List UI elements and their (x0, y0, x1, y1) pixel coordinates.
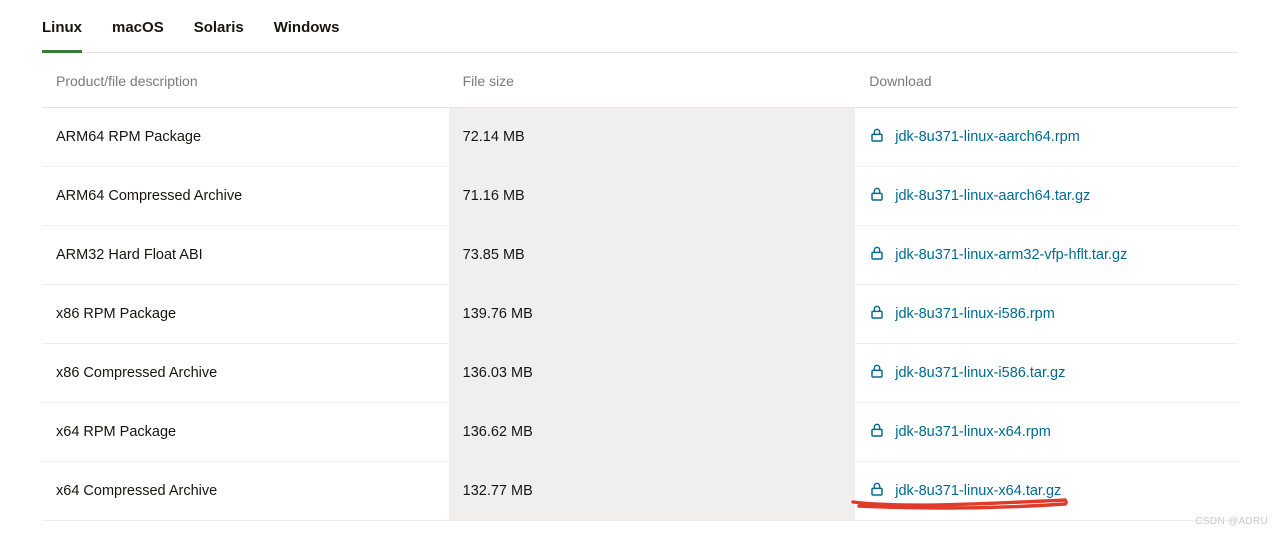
cell-size: 72.14 MB (449, 108, 856, 167)
os-tabs: Linux macOS Solaris Windows (42, 18, 1238, 53)
cell-description: x64 RPM Package (42, 403, 449, 462)
lock-icon (869, 245, 885, 265)
download-link[interactable]: jdk-8u371-linux-i586.tar.gz (895, 365, 1065, 381)
table-row: x86 Compressed Archive 136.03 MB jdk-8u3… (42, 344, 1238, 403)
cell-size: 132.77 MB (449, 462, 856, 521)
watermark: CSDN @ADRU (1195, 516, 1268, 527)
tab-linux[interactable]: Linux (42, 19, 82, 53)
cell-download: jdk-8u371-linux-i586.tar.gz (855, 344, 1238, 403)
lock-icon (869, 363, 885, 383)
cell-description: x86 Compressed Archive (42, 344, 449, 403)
table-row: ARM64 RPM Package 72.14 MB jdk-8u371-lin… (42, 108, 1238, 167)
lock-icon (869, 304, 885, 324)
tab-macos[interactable]: macOS (112, 19, 164, 53)
cell-size: 136.03 MB (449, 344, 856, 403)
cell-download: jdk-8u371-linux-aarch64.rpm (855, 108, 1238, 167)
tab-solaris[interactable]: Solaris (194, 19, 244, 53)
header-description: Product/file description (42, 53, 449, 108)
download-link[interactable]: jdk-8u371-linux-arm32-vfp-hflt.tar.gz (895, 247, 1127, 263)
cell-download: jdk-8u371-linux-x64.tar.gz (855, 462, 1238, 521)
cell-description: x86 RPM Package (42, 285, 449, 344)
cell-description: ARM64 Compressed Archive (42, 167, 449, 226)
table-row: x86 RPM Package 139.76 MB jdk-8u371-linu… (42, 285, 1238, 344)
cell-download: jdk-8u371-linux-aarch64.tar.gz (855, 167, 1238, 226)
lock-icon (869, 422, 885, 442)
download-link[interactable]: jdk-8u371-linux-i586.rpm (895, 306, 1055, 322)
cell-description: ARM64 RPM Package (42, 108, 449, 167)
download-link[interactable]: jdk-8u371-linux-x64.rpm (895, 424, 1051, 440)
table-row: ARM32 Hard Float ABI 73.85 MB jdk-8u371-… (42, 226, 1238, 285)
cell-download: jdk-8u371-linux-i586.rpm (855, 285, 1238, 344)
downloads-table: Product/file description File size Downl… (42, 53, 1238, 521)
tab-windows[interactable]: Windows (274, 19, 340, 53)
table-row: x64 RPM Package 136.62 MB jdk-8u371-linu… (42, 403, 1238, 462)
cell-size: 139.76 MB (449, 285, 856, 344)
cell-download: jdk-8u371-linux-x64.rpm (855, 403, 1238, 462)
lock-icon (869, 186, 885, 206)
header-download: Download (855, 53, 1238, 108)
cell-size: 71.16 MB (449, 167, 856, 226)
cell-size: 73.85 MB (449, 226, 856, 285)
table-row: x64 Compressed Archive 132.77 MB jdk-8u3… (42, 462, 1238, 521)
lock-icon (869, 127, 885, 147)
lock-icon (869, 481, 885, 501)
cell-description: x64 Compressed Archive (42, 462, 449, 521)
cell-description: ARM32 Hard Float ABI (42, 226, 449, 285)
download-link[interactable]: jdk-8u371-linux-aarch64.rpm (895, 129, 1080, 145)
cell-download: jdk-8u371-linux-arm32-vfp-hflt.tar.gz (855, 226, 1238, 285)
download-link[interactable]: jdk-8u371-linux-aarch64.tar.gz (895, 188, 1090, 204)
cell-size: 136.62 MB (449, 403, 856, 462)
download-link[interactable]: jdk-8u371-linux-x64.tar.gz (895, 483, 1061, 499)
header-size: File size (449, 53, 856, 108)
table-row: ARM64 Compressed Archive 71.16 MB jdk-8u… (42, 167, 1238, 226)
